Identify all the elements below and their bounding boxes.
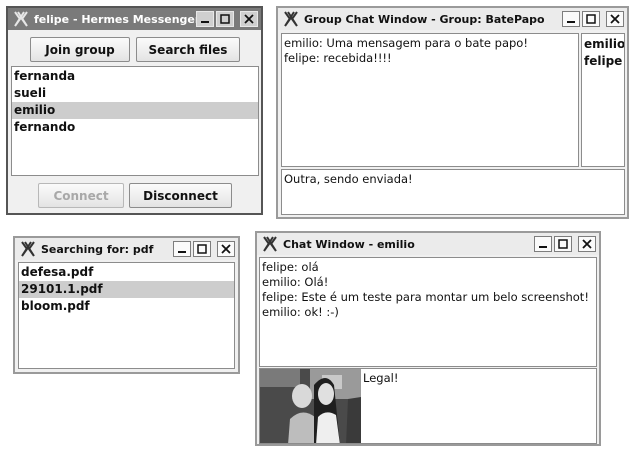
group-message-log[interactable]: emilio: Uma mensagem para o bate papo! fe… [281, 33, 579, 167]
close-icon [582, 239, 592, 249]
minimize-button[interactable] [196, 11, 214, 27]
search-results-list[interactable]: defesa.pdf 29101.1.pdf bloom.pdf [18, 262, 235, 369]
search-result-item[interactable]: defesa.pdf [19, 264, 234, 281]
disconnect-button[interactable]: Disconnect [129, 183, 232, 208]
search-result-item[interactable]: bloom.pdf [19, 298, 234, 315]
maximize-icon [586, 14, 596, 24]
chat-message-log[interactable]: felipe: olá emilio: Olá! felipe: Este é um… [259, 257, 597, 367]
connect-button[interactable]: Connect [38, 183, 124, 208]
search-result-item[interactable]: 29101.1.pdf [19, 281, 234, 298]
messenger-window: felipe - Hermes Messenger Join group Sea… [6, 6, 263, 215]
minimize-icon [539, 246, 547, 248]
x-logo-icon[interactable] [19, 240, 37, 258]
close-button[interactable] [240, 11, 258, 27]
search-window: Searching for: pdf defesa.pdf 29101.1.pdf… [13, 236, 240, 374]
chat-input-area[interactable]: Legal! [259, 368, 597, 444]
contact-item[interactable]: fernando [12, 119, 258, 136]
message-line: felipe: olá [262, 260, 319, 274]
chat-titlebar[interactable]: Chat Window - emilio [257, 233, 599, 255]
join-group-button[interactable]: Join group [30, 37, 130, 62]
close-button[interactable] [578, 236, 596, 252]
maximize-icon [558, 239, 568, 249]
maximize-button[interactable] [554, 236, 572, 252]
chat-input-text: Legal! [363, 371, 399, 385]
maximize-button[interactable] [193, 241, 211, 257]
messenger-titlebar[interactable]: felipe - Hermes Messenger [8, 8, 261, 30]
avatar [260, 369, 361, 443]
search-files-button[interactable]: Search files [136, 37, 240, 62]
maximize-button[interactable] [216, 11, 234, 27]
contact-list[interactable]: fernanda sueli emilio fernando [11, 66, 259, 176]
contact-item[interactable]: fernanda [12, 68, 258, 85]
chat-window: Chat Window - emilio felipe: olá emilio: … [255, 231, 601, 446]
maximize-icon [220, 14, 230, 24]
minimize-button[interactable] [173, 241, 191, 257]
group-chat-window: Group Chat Window - Group: BatePapo emil… [276, 6, 629, 219]
x-logo-icon[interactable] [12, 10, 30, 28]
member-item[interactable]: emilio [582, 36, 624, 53]
group-message-input[interactable]: Outra, sendo enviada! [281, 169, 625, 215]
maximize-icon [197, 244, 207, 254]
minimize-icon [567, 21, 575, 23]
contact-item[interactable]: emilio [12, 102, 258, 119]
x-logo-icon[interactable] [282, 10, 300, 28]
member-item[interactable]: felipe [582, 53, 624, 70]
message-line: emilio: Olá! [262, 275, 329, 289]
contact-item[interactable]: sueli [12, 85, 258, 102]
message-line: emilio: Uma mensagem para o bate papo! [284, 36, 528, 50]
minimize-icon [178, 251, 186, 253]
minimize-icon [201, 21, 209, 23]
close-button[interactable] [217, 241, 235, 257]
search-titlebar[interactable]: Searching for: pdf [15, 238, 238, 260]
window-title: Searching for: pdf [41, 242, 154, 256]
window-title: Group Chat Window - Group: BatePapo [304, 12, 545, 26]
minimize-button[interactable] [534, 236, 552, 252]
window-title: felipe - Hermes Messenger [34, 12, 196, 26]
message-line: emilio: ok! :-) [262, 305, 339, 319]
minimize-button[interactable] [562, 11, 580, 27]
close-icon [221, 244, 231, 254]
close-icon [244, 14, 254, 24]
x-logo-icon[interactable] [261, 235, 279, 253]
group-input-text: Outra, sendo enviada! [284, 172, 413, 186]
close-button[interactable] [606, 11, 624, 27]
group-chat-titlebar[interactable]: Group Chat Window - Group: BatePapo [278, 8, 627, 30]
window-title: Chat Window - emilio [283, 237, 415, 251]
close-icon [610, 14, 620, 24]
message-line: felipe: recebida!!!! [284, 51, 392, 65]
message-line: felipe: Este é um teste para montar um b… [262, 290, 589, 304]
group-member-list[interactable]: emilio felipe [581, 33, 625, 167]
maximize-button[interactable] [582, 11, 600, 27]
